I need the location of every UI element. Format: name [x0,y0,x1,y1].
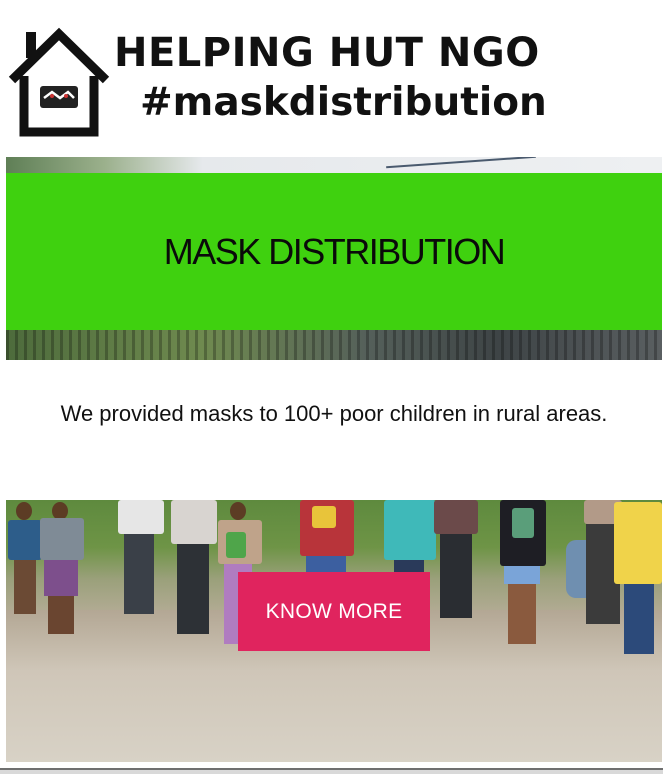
helping-hut-logo-icon [8,27,110,137]
photo-child [38,500,86,640]
photo-child [494,500,552,650]
org-title: HELPING HUT NGO [114,30,540,76]
description-text: We provided masks to 100+ poor children … [60,401,608,426]
know-more-button[interactable]: KNOW MORE [238,572,430,651]
bottom-scroll-edge [0,770,663,774]
photo-child [614,500,662,660]
hero-green-band: MASK DISTRIBUTION [6,173,662,330]
hero-background-top [6,157,662,173]
hero-title: MASK DISTRIBUTION [163,230,506,272]
page: HELPING HUT NGO #maskdistribution MASK D… [0,0,663,774]
hashtag-title: #maskdistribution [140,80,547,125]
hero-banner: MASK DISTRIBUTION [6,157,662,360]
photo-child [434,500,480,620]
header: HELPING HUT NGO #maskdistribution [0,0,663,150]
hero-background-bottom [6,330,662,360]
photo-child [116,500,166,620]
photo-child [171,500,217,640]
